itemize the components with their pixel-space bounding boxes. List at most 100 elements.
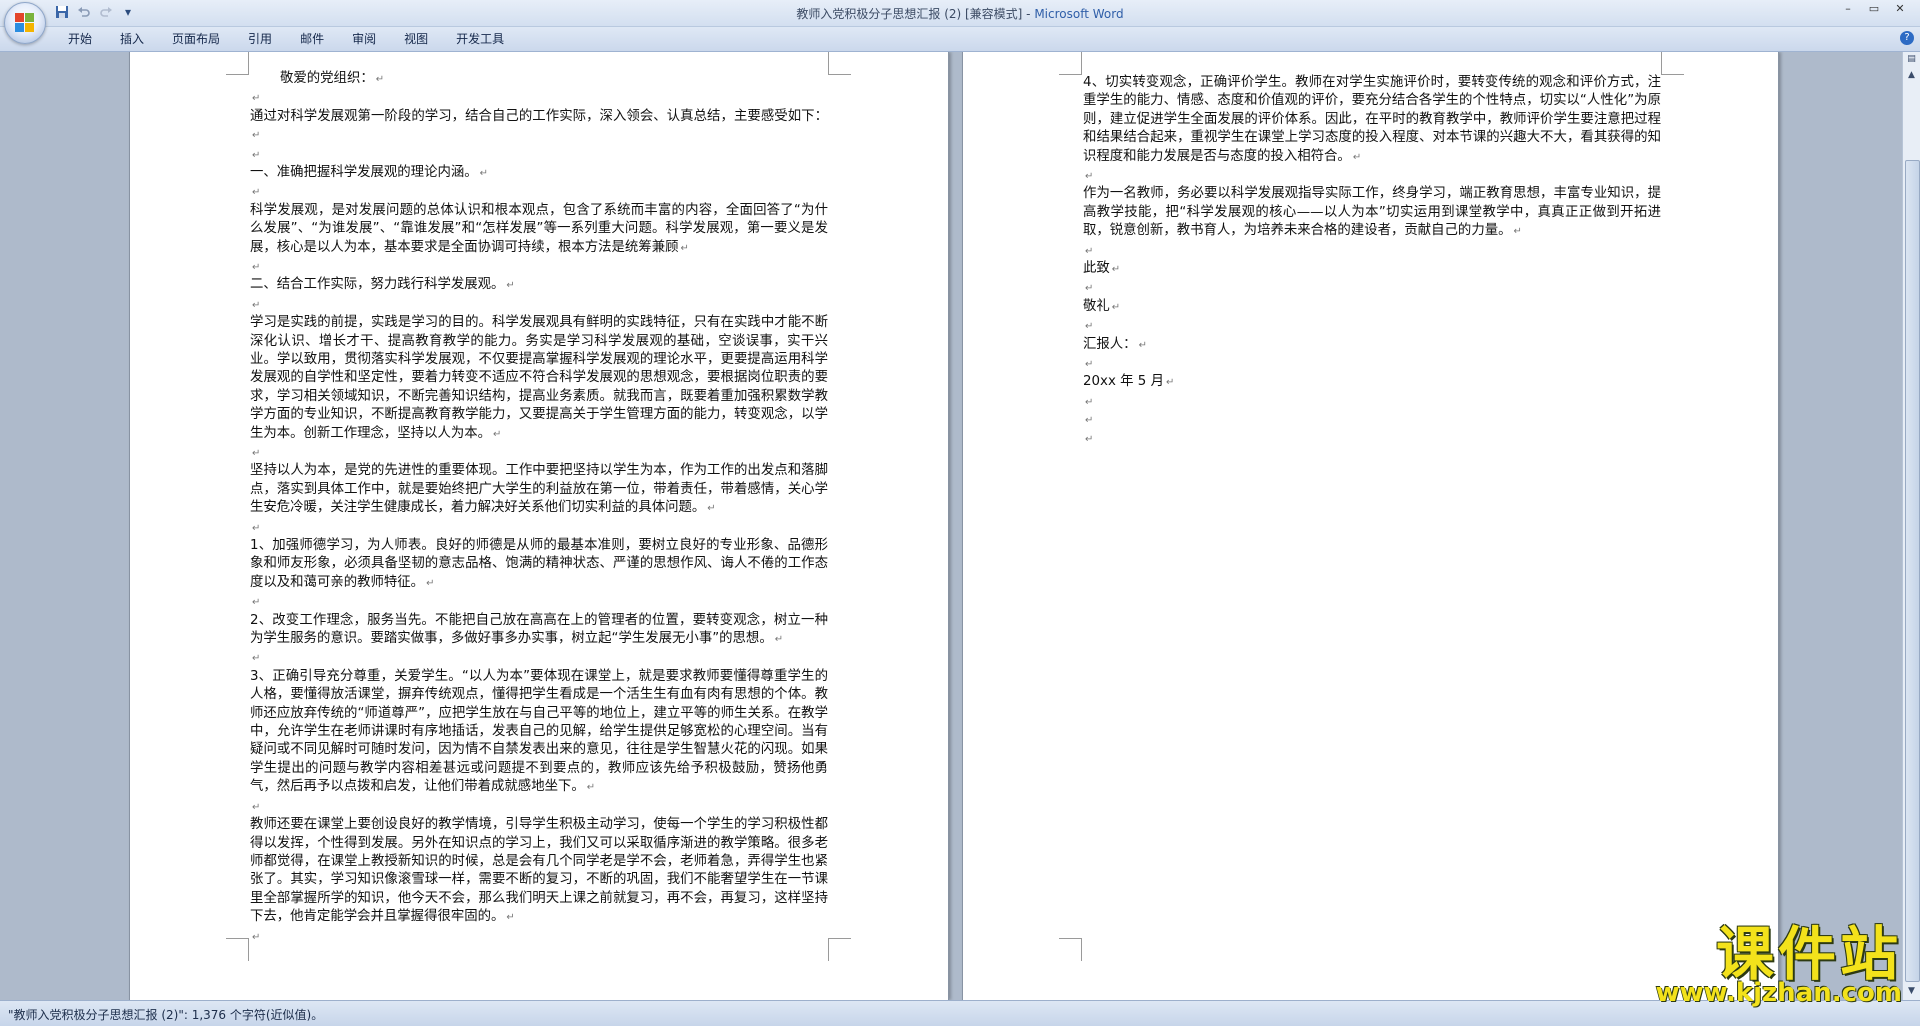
empty-paragraph[interactable]: ↵ bbox=[1083, 317, 1661, 335]
scroll-down-icon[interactable]: ▼ bbox=[1904, 984, 1919, 999]
paragraph-text: 3、正确引导充分尊重，关爱学生。“以人为本”要体现在课堂上，就是要求教师要懂得尊… bbox=[250, 668, 828, 795]
scroll-up-icon[interactable]: ▲ bbox=[1904, 68, 1919, 83]
crop-mark bbox=[226, 938, 249, 961]
scroll-thumb[interactable] bbox=[1905, 160, 1920, 982]
office-button[interactable] bbox=[4, 2, 46, 44]
watermark-logo: 课件站 www.kjzhan.com bbox=[1656, 924, 1902, 1008]
empty-paragraph[interactable]: ↵ bbox=[250, 183, 828, 201]
paragraph-text: 坚持以人为本，是党的先进性的重要体现。工作中要把坚持以学生为本，作为工作的出发点… bbox=[250, 463, 828, 516]
paragraph[interactable]: 2、改变工作理念，服务当先。不能把自己放在高高在上的管理者的位置，要转变观念，树… bbox=[250, 612, 828, 650]
tab-home[interactable]: 开始 bbox=[54, 31, 106, 47]
empty-paragraph[interactable]: ↵ bbox=[250, 798, 828, 816]
title-bar: ▾ 教师入党积极分子思想汇报 (2) [兼容模式] - Microsoft Wo… bbox=[0, 0, 1920, 44]
paragraph-text: 汇报人： bbox=[1083, 336, 1137, 352]
empty-paragraph[interactable]: ↵ bbox=[1083, 355, 1661, 373]
empty-paragraph[interactable]: ↵ bbox=[1083, 167, 1661, 185]
paragraph[interactable]: 敬爱的党组织： ↵ bbox=[250, 70, 828, 89]
paragraph-mark-icon: ↵ bbox=[252, 522, 261, 534]
empty-paragraph[interactable]: ↵ bbox=[250, 593, 828, 611]
paragraph-mark-icon: ↵ bbox=[479, 168, 489, 179]
paragraph-mark-icon: ↵ bbox=[774, 634, 784, 646]
paragraph-mark-icon: ↵ bbox=[680, 242, 689, 254]
watermark-url: www.kjzhan.com bbox=[1655, 978, 1902, 1008]
paragraph[interactable]: 二、结合工作实际，努力践行科学发展观。 ↵ bbox=[250, 276, 828, 295]
tab-mailings[interactable]: 邮件 bbox=[286, 31, 338, 47]
empty-paragraph[interactable]: ↵ bbox=[250, 89, 828, 107]
close-button[interactable]: ✕ bbox=[1888, 2, 1912, 16]
ruler-toggle-icon[interactable]: ▤ bbox=[1904, 52, 1919, 67]
empty-paragraph[interactable]: ↵ bbox=[250, 258, 828, 276]
paragraph[interactable]: 作为一名教师，务必要以科学发展观指导实际工作，终身学习，端正教育思想，丰富专业知… bbox=[1083, 185, 1661, 241]
empty-paragraph[interactable]: ↵ bbox=[250, 444, 828, 462]
minimize-button[interactable]: – bbox=[1836, 2, 1860, 16]
empty-paragraph[interactable]: ↵ bbox=[250, 519, 828, 537]
paragraph[interactable]: 学习是实践的前提，实践是学习的目的。科学发展观具有鲜明的实践特征，只有在实践中才… bbox=[250, 314, 828, 444]
empty-paragraph[interactable]: ↵ bbox=[1083, 411, 1661, 429]
paragraph-text: 1、加强师德学习，为人师表。良好的师德是从师的最基本准则，要树立良好的专业形象、… bbox=[250, 538, 828, 590]
crop-mark bbox=[226, 52, 249, 75]
paragraph-mark-icon: ↵ bbox=[707, 503, 716, 515]
paragraph-mark-icon: ↵ bbox=[252, 931, 261, 943]
tab-references[interactable]: 引用 bbox=[234, 31, 286, 47]
paragraph[interactable]: 敬礼 ↵ bbox=[1083, 298, 1661, 317]
tab-review[interactable]: 审阅 bbox=[338, 31, 390, 47]
paragraph-mark-icon: ↵ bbox=[426, 577, 435, 589]
paragraph-mark-icon: ↵ bbox=[1513, 226, 1522, 238]
paragraph[interactable]: 一、准确把握科学发展观的理论内涵。 ↵ bbox=[250, 164, 828, 183]
paragraph[interactable]: 通过对科学发展观第一阶段的学习，结合自己的工作实际，深入领会、认真总结，主要感受… bbox=[250, 108, 828, 146]
paragraph[interactable]: 此致 ↵ bbox=[1083, 260, 1661, 279]
paragraph[interactable]: 1、加强师德学习，为人师表。良好的师德是从师的最基本准则，要树立良好的专业形象、… bbox=[250, 537, 828, 593]
paragraph-text: 此致 bbox=[1083, 261, 1110, 277]
paragraph-mark-icon: ↵ bbox=[375, 74, 385, 85]
window-controls: – ▭ ✕ bbox=[1836, 2, 1912, 16]
empty-paragraph[interactable]: ↵ bbox=[250, 296, 828, 314]
empty-paragraph[interactable]: ↵ bbox=[1083, 279, 1661, 297]
paragraph-text: 2、改变工作理念，服务当先。不能把自己放在高高在上的管理者的位置，要转变观念，树… bbox=[250, 612, 828, 647]
tab-view[interactable]: 视图 bbox=[390, 31, 442, 47]
crop-mark bbox=[828, 52, 851, 75]
paragraph-mark-icon: ↵ bbox=[1165, 377, 1175, 389]
paragraph-text: 一、准确把握科学发展观的理论内涵。 bbox=[250, 165, 478, 180]
paragraph[interactable]: 科学发展观，是对发展问题的总体认识和根本观点，包含了系统而丰富的内容，全面回答了… bbox=[250, 202, 828, 258]
paragraph-mark-icon: ↵ bbox=[506, 912, 515, 924]
tab-insert[interactable]: 插入 bbox=[106, 31, 158, 47]
tab-developer[interactable]: 开发工具 bbox=[442, 31, 518, 47]
office-logo-icon bbox=[15, 13, 35, 33]
paragraph-mark-icon: ↵ bbox=[1085, 396, 1094, 408]
empty-paragraph[interactable]: ↵ bbox=[250, 928, 828, 946]
paragraph-mark-icon: ↵ bbox=[506, 280, 515, 292]
help-icon[interactable]: ? bbox=[1900, 31, 1914, 45]
paragraph-mark-icon: ↵ bbox=[252, 299, 261, 311]
empty-paragraph[interactable]: ↵ bbox=[1083, 393, 1661, 411]
page-1[interactable]: 敬爱的党组织： ↵ ↵ 通过对科学发展观第一阶段的学习，结合自己的工作实际，深入领会、… bbox=[129, 52, 949, 1000]
page-2[interactable]: 4、切实转变观念，正确评价学生。教师在对学生实施评价时，要转变传统的观念和评价方… bbox=[962, 52, 1779, 1000]
paragraph[interactable]: 汇报人： ↵ bbox=[1083, 336, 1661, 355]
paragraph-mark-icon: ↵ bbox=[1085, 359, 1094, 371]
paragraph[interactable]: 教师还要在课堂上要创设良好的教学情境，引导学生积极主动学习，使每一个学生的学习积… bbox=[250, 816, 828, 927]
paragraph-mark-icon: ↵ bbox=[252, 262, 261, 274]
empty-paragraph[interactable]: ↵ bbox=[1083, 242, 1661, 260]
vertical-scrollbar[interactable]: ▤ ▲ ▼ bbox=[1902, 52, 1920, 1000]
paragraph-mark-icon: ↵ bbox=[1085, 245, 1094, 257]
ribbon: 开始 插入 页面布局 引用 邮件 审阅 视图 开发工具 ? bbox=[0, 27, 1920, 52]
paragraph-text: 通过对科学发展观第一阶段的学习，结合自己的工作实际，深入领会、认真总结，主要感受… bbox=[250, 108, 828, 124]
crop-mark bbox=[1661, 52, 1684, 75]
document-area[interactable]: 敬爱的党组织： ↵ ↵ 通过对科学发展观第一阶段的学习，结合自己的工作实际，深入领会、… bbox=[0, 52, 1920, 1000]
tab-page-layout[interactable]: 页面布局 bbox=[158, 31, 234, 47]
empty-paragraph[interactable]: ↵ bbox=[250, 649, 828, 667]
app-name: Microsoft Word bbox=[1034, 7, 1124, 21]
page-1-text[interactable]: 敬爱的党组织： ↵ ↵ 通过对科学发展观第一阶段的学习，结合自己的工作实际，深入领会、… bbox=[250, 70, 828, 946]
paragraph-mark-icon: ↵ bbox=[1138, 339, 1147, 351]
page-2-text[interactable]: 4、切实转变观念，正确评价学生。教师在对学生实施评价时，要转变传统的观念和评价方… bbox=[1083, 74, 1661, 448]
paragraph[interactable]: 20xx 年 5 月 ↵ bbox=[1083, 373, 1661, 392]
paragraph-text: 4、切实转变观念，正确评价学生。教师在对学生实施评价时，要转变传统的观念和评价方… bbox=[1083, 75, 1661, 164]
paragraph-text: 敬爱的党组织： bbox=[280, 71, 374, 86]
crop-mark bbox=[1059, 938, 1082, 961]
empty-paragraph[interactable]: ↵ bbox=[250, 146, 828, 164]
empty-paragraph[interactable]: ↵ bbox=[1083, 430, 1661, 448]
paragraph-text: 20xx 年 5 月 bbox=[1083, 374, 1164, 390]
restore-button[interactable]: ▭ bbox=[1862, 2, 1886, 16]
paragraph[interactable]: 坚持以人为本，是党的先进性的重要体现。工作中要把坚持以学生为本，作为工作的出发点… bbox=[250, 462, 828, 518]
paragraph[interactable]: 4、切实转变观念，正确评价学生。教师在对学生实施评价时，要转变传统的观念和评价方… bbox=[1083, 74, 1661, 167]
paragraph[interactable]: 3、正确引导充分尊重，关爱学生。“以人为本”要体现在课堂上，就是要求教师要懂得尊… bbox=[250, 668, 828, 798]
